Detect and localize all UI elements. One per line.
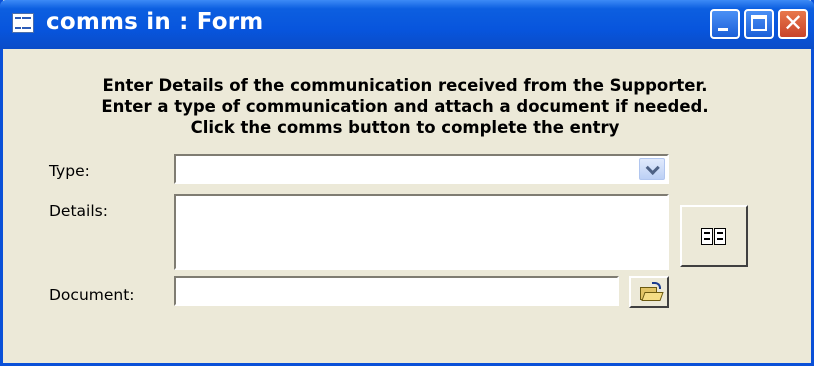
form-window: comms in : Form ✕ Enter Details of the c… (0, 0, 814, 366)
instructions-text: Enter Details of the communication recei… (13, 75, 797, 138)
document-field[interactable] (174, 276, 619, 306)
title-bar[interactable]: comms in : Form ✕ (0, 0, 814, 49)
maximize-button[interactable] (744, 9, 774, 39)
close-icon: ✕ (782, 9, 804, 37)
comms-button[interactable] (680, 205, 748, 267)
instruction-line-1: Enter Details of the communication recei… (102, 76, 708, 95)
chevron-down-icon[interactable] (639, 158, 665, 180)
window-title: comms in : Form (46, 9, 264, 35)
type-combobox[interactable] (174, 154, 669, 184)
details-label: Details: (49, 202, 108, 220)
browse-document-button[interactable] (629, 276, 669, 308)
instruction-line-3: Click the comms button to complete the e… (190, 118, 620, 137)
maximize-icon (751, 15, 767, 31)
minimize-button[interactable] (710, 9, 740, 39)
minimize-icon (718, 28, 728, 31)
type-label: Type: (49, 162, 90, 180)
close-button[interactable]: ✕ (778, 9, 808, 39)
instruction-line-2: Enter a type of communication and attach… (101, 97, 709, 116)
details-field[interactable] (174, 194, 669, 270)
book-icon (700, 228, 728, 248)
document-label: Document: (49, 286, 135, 304)
form-icon (12, 13, 34, 33)
open-folder-icon (640, 282, 664, 301)
